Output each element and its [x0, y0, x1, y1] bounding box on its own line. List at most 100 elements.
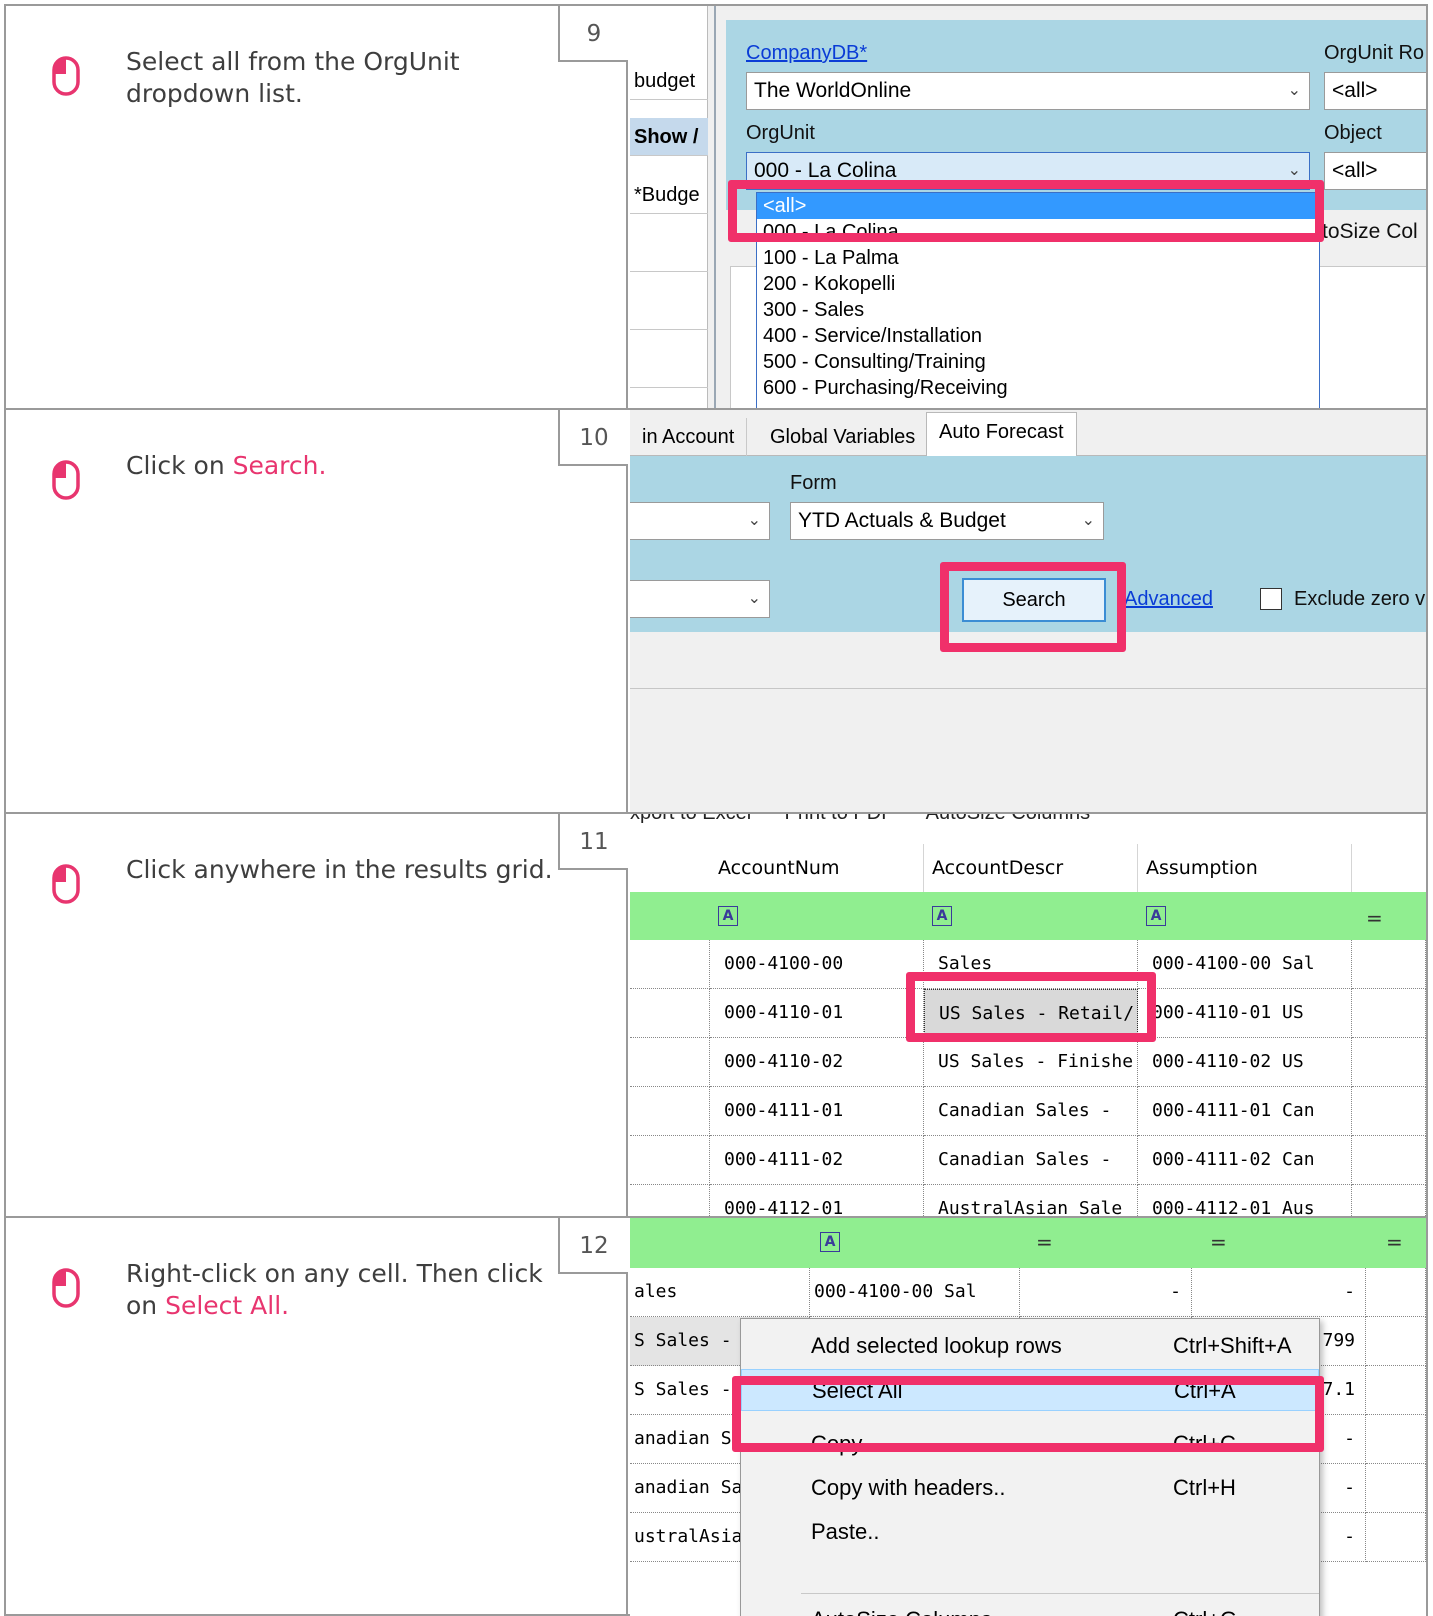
filter-icon[interactable]: A	[932, 906, 952, 926]
left-select[interactable]: ⌄	[630, 502, 770, 540]
header-accountdescr[interactable]: AccountDescr	[924, 844, 1138, 892]
grid-cell[interactable]: 000-4111-01	[710, 1087, 924, 1136]
grid-cell[interactable]	[1352, 1038, 1426, 1087]
left-select-2[interactable]: ⌄	[630, 580, 770, 618]
grid-cell[interactable]: ales	[630, 1268, 810, 1317]
grid-cell[interactable]	[1366, 1513, 1426, 1562]
grid-cell[interactable]: 000-4111-02	[710, 1136, 924, 1185]
menu-item-shortcut: Ctrl+Shift+A	[1173, 1333, 1292, 1358]
grid-cell[interactable]: 000-4100-00 Sal	[1138, 940, 1352, 989]
option-orgunit[interactable]: 100 - La Palma	[757, 245, 1319, 271]
advanced-link[interactable]: Advanced	[1124, 588, 1213, 611]
grid-cell[interactable]: 000-4100-00	[710, 940, 924, 989]
highlight-box	[906, 972, 1156, 1042]
orgunit-ro-select[interactable]: <all>	[1324, 72, 1426, 110]
side-cell: *Budge	[630, 176, 708, 214]
autosize-columns-label[interactable]: toSize Col	[1322, 220, 1418, 244]
option-orgunit[interactable]: 300 - Sales	[757, 297, 1319, 323]
side-cell	[630, 234, 708, 272]
grid-cell[interactable]: Canadian Sales -	[924, 1087, 1138, 1136]
step-highlight: Search.	[232, 451, 327, 480]
step-number: 10	[558, 410, 628, 466]
step-instruction-panel: Click anywhere in the results grid. 11	[6, 814, 628, 1216]
header-assumption[interactable]: Assumption	[1138, 844, 1352, 892]
form-select[interactable]: YTD Actuals & Budget ⌄	[790, 502, 1104, 540]
grid-cell[interactable]: 000-4110-02	[710, 1038, 924, 1087]
filter-icon[interactable]: A	[1146, 906, 1166, 926]
option-orgunit[interactable]: 400 - Service/Installation	[757, 323, 1319, 349]
orgunit-ro-label: OrgUnit Ro	[1324, 42, 1425, 64]
grid-cell[interactable]	[1366, 1317, 1426, 1366]
equals-operator[interactable]: =	[1366, 906, 1383, 930]
grid-toolbar: xport to Excel Print to PDF AutoSize Col…	[630, 814, 1090, 825]
exclude-zero-label: Exclude zero v	[1294, 588, 1426, 610]
form-label: Form	[790, 472, 837, 494]
grid-cell[interactable]: -	[1192, 1268, 1366, 1317]
grid-cell[interactable]	[630, 940, 710, 989]
option-orgunit[interactable]: 200 - Kokopelli	[757, 271, 1319, 297]
grid-cell[interactable]: 000-4110-02 US	[1138, 1038, 1352, 1087]
highlight-box	[728, 180, 1324, 242]
grid-cell[interactable]	[1352, 989, 1426, 1038]
grid-cell[interactable]	[630, 1087, 710, 1136]
tab-global-variables[interactable]: Global Variables	[758, 418, 929, 456]
grid-cell[interactable]: -	[1020, 1268, 1192, 1317]
context-menu[interactable]: Add selected lookup rows Ctrl+Shift+A Sele…	[740, 1318, 1320, 1616]
grid-cell[interactable]: 000-4100-00 Sal	[810, 1268, 1020, 1317]
option-orgunit[interactable]: 500 - Consulting/Training	[757, 349, 1319, 375]
header-accountnum[interactable]: AccountNum	[710, 844, 924, 892]
companydb-link[interactable]: CompanyDB*	[746, 42, 867, 65]
equals-operator[interactable]: =	[1386, 1230, 1403, 1254]
grid-cell[interactable]	[630, 1038, 710, 1087]
grid-cell[interactable]: 000-4111-02 Can	[1138, 1136, 1352, 1185]
side-cell: budget	[630, 62, 708, 100]
grid-cell[interactable]: Canadian Sales -	[924, 1136, 1138, 1185]
step-text: Right-click on any cell. Then click on S…	[126, 1258, 556, 1322]
grid-cell[interactable]	[1366, 1415, 1426, 1464]
filter-icon[interactable]: A	[820, 1232, 840, 1252]
tab-auto-forecast[interactable]: Auto Forecast	[926, 412, 1077, 457]
step-highlight: Select All.	[165, 1291, 290, 1320]
grid-cell[interactable]: 000-4110-01	[710, 989, 924, 1038]
step-row-12: Right-click on any cell. Then click on S…	[6, 1218, 1426, 1616]
object-select[interactable]: <all>	[1324, 152, 1426, 190]
grid-cell[interactable]	[630, 1136, 710, 1185]
equals-operator[interactable]: =	[1036, 1230, 1053, 1254]
grid-cell[interactable]	[630, 989, 710, 1038]
grid-cell[interactable]	[1352, 1185, 1426, 1216]
grid-cell[interactable]: 000-4112-01 Aus	[1138, 1185, 1352, 1216]
chevron-down-icon: ⌄	[747, 590, 761, 607]
grid-cell[interactable]	[1352, 940, 1426, 989]
divider	[630, 688, 1426, 689]
menu-item-autosize-columns[interactable]: AutoSize Columns Ctrl+G	[741, 1599, 1319, 1616]
filter-row	[630, 1218, 1426, 1268]
checkbox-icon[interactable]	[1260, 588, 1282, 610]
grid-cell[interactable]: 000-4110-01 US	[1138, 989, 1352, 1038]
grid-cell[interactable]	[1366, 1366, 1426, 1415]
grid-cell[interactable]: 000-4112-01	[710, 1185, 924, 1216]
grid-cell[interactable]	[1352, 1136, 1426, 1185]
companydb-select[interactable]: The WorldOnline ⌄	[746, 72, 1310, 110]
menu-item-paste[interactable]: Paste..	[741, 1511, 1319, 1553]
object-value: <all>	[1332, 159, 1378, 182]
grid-cell[interactable]: US Sales - Finishe	[924, 1038, 1138, 1087]
side-grid: budget Show / *Budge	[630, 6, 708, 408]
menu-item-add-selected-lookup-rows[interactable]: Add selected lookup rows Ctrl+Shift+A	[741, 1325, 1319, 1367]
tab-main-account[interactable]: in Account	[630, 418, 748, 456]
grid-cell[interactable]: AustralAsian Sale	[924, 1185, 1138, 1216]
menu-item-copy-with-headers[interactable]: Copy with headers.. Ctrl+H	[741, 1467, 1319, 1509]
grid-cell[interactable]	[1366, 1464, 1426, 1513]
equals-operator[interactable]: =	[1210, 1230, 1227, 1254]
grid-cell[interactable]	[1352, 1087, 1426, 1136]
grid-cell[interactable]	[630, 1185, 710, 1216]
filter-icon[interactable]: A	[718, 906, 738, 926]
step-row-11: Click anywhere in the results grid. 11 x…	[6, 814, 1426, 1218]
menu-item-shortcut: Ctrl+H	[1173, 1475, 1236, 1500]
side-cell	[630, 350, 708, 388]
grid-cell[interactable]: 000-4111-01 Can	[1138, 1087, 1352, 1136]
highlight-box	[940, 562, 1126, 652]
menu-item-label: Paste..	[811, 1519, 880, 1544]
grid-cell[interactable]	[1366, 1268, 1426, 1317]
option-orgunit[interactable]: 600 - Purchasing/Receiving	[757, 375, 1319, 401]
orgunit-value: 000 - La Colina	[754, 159, 897, 182]
